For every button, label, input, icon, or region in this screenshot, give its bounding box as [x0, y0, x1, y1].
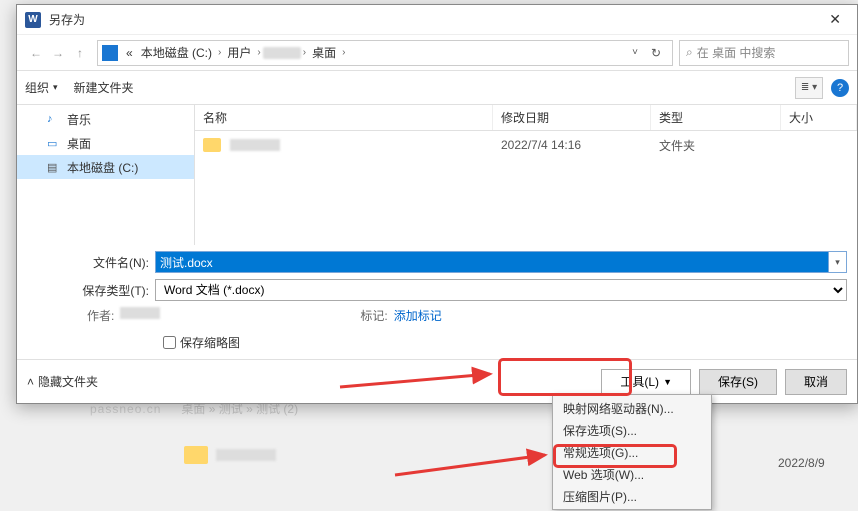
- nav-row: ← → ↑ « 本地磁盘 (C:) › 用户 › › 桌面 › ˅ ↻ ⌕ 在 …: [17, 35, 857, 71]
- hide-folders-toggle[interactable]: ˄ 隐藏文件夹: [27, 373, 98, 390]
- crumb-users[interactable]: 用户: [223, 44, 255, 61]
- toolbar: 组织 ▾ 新建文件夹 ≣ ▾ ?: [17, 71, 857, 105]
- address-dropdown-icon[interactable]: ˅: [626, 47, 644, 58]
- music-icon: ♪: [47, 113, 61, 125]
- author-label: 作者:: [87, 307, 114, 324]
- dialog-footer: ˄ 隐藏文件夹 工具(L)▼ 保存(S) 取消: [17, 359, 857, 403]
- help-icon[interactable]: ?: [831, 79, 849, 97]
- col-type[interactable]: 类型: [651, 105, 781, 130]
- drive-icon: [102, 45, 118, 61]
- savetype-select[interactable]: Word 文档 (*.docx): [155, 279, 847, 301]
- col-name[interactable]: 名称: [195, 105, 493, 130]
- tools-dropdown: 映射网络驱动器(N)... 保存选项(S)... 常规选项(G)... Web …: [552, 394, 712, 510]
- dialog-title: 另存为: [49, 11, 821, 28]
- folder-icon: [203, 138, 221, 152]
- menu-map-drive[interactable]: 映射网络驱动器(N)...: [553, 397, 711, 419]
- tools-button[interactable]: 工具(L)▼: [601, 369, 691, 395]
- desktop-icon: ▭: [47, 137, 61, 150]
- nav-up-icon[interactable]: ↑: [69, 42, 91, 64]
- save-form: 文件名(N): ▾ 保存类型(T): Word 文档 (*.docx) 作者: …: [17, 245, 857, 359]
- search-placeholder: 在 桌面 中搜索: [697, 44, 776, 61]
- savetype-label: 保存类型(T):: [27, 282, 155, 299]
- new-folder-button[interactable]: 新建文件夹: [74, 79, 134, 96]
- sidebar: ♪ 音乐 ▭ 桌面 ▤ 本地磁盘 (C:): [17, 105, 195, 245]
- annotation-arrow-2: [395, 440, 555, 485]
- menu-save-options[interactable]: 保存选项(S)...: [553, 419, 711, 441]
- file-list: 名称 修改日期 类型 大小 2022/7/4 14:16 文件夹: [195, 105, 857, 245]
- search-icon: ⌕: [686, 45, 693, 60]
- crumb-guillemet: «: [122, 46, 137, 60]
- close-icon[interactable]: ✕: [821, 7, 849, 32]
- refresh-icon[interactable]: ↻: [644, 46, 668, 60]
- save-as-dialog: W 另存为 ✕ ← → ↑ « 本地磁盘 (C:) › 用户 › › 桌面 › …: [16, 4, 858, 404]
- blurred-foldername: [216, 449, 276, 461]
- blurred-username: [263, 47, 301, 59]
- file-type: 文件夹: [651, 137, 781, 154]
- cancel-button[interactable]: 取消: [785, 369, 847, 395]
- nav-back-icon[interactable]: ←: [25, 42, 47, 64]
- filename-label: 文件名(N):: [27, 254, 155, 271]
- menu-general-options[interactable]: 常规选项(G)...: [553, 441, 711, 463]
- titlebar: W 另存为 ✕: [17, 5, 857, 35]
- thumbnail-checkbox[interactable]: 保存缩略图: [163, 334, 847, 351]
- blurred-author: [120, 307, 160, 319]
- crumb-desktop[interactable]: 桌面: [308, 44, 340, 61]
- file-date: 2022/7/4 14:16: [493, 138, 651, 152]
- chevron-right-icon: ›: [255, 47, 262, 58]
- col-size[interactable]: 大小: [781, 105, 857, 130]
- organize-button[interactable]: 组织 ▾: [25, 79, 58, 96]
- crumb-drive[interactable]: 本地磁盘 (C:): [137, 44, 216, 61]
- drive-icon: ▤: [47, 161, 61, 174]
- col-date[interactable]: 修改日期: [493, 105, 651, 130]
- address-bar[interactable]: « 本地磁盘 (C:) › 用户 › › 桌面 › ˅ ↻: [97, 40, 673, 66]
- caret-down-icon: ▼: [663, 377, 672, 387]
- nav-fwd-icon[interactable]: →: [47, 42, 69, 64]
- chevron-right-icon: ›: [216, 47, 223, 58]
- tags-label: 标记:: [360, 307, 387, 324]
- list-header: 名称 修改日期 类型 大小: [195, 105, 857, 131]
- menu-compress-pictures[interactable]: 压缩图片(P)...: [553, 485, 711, 507]
- word-app-icon: W: [25, 12, 41, 28]
- tags-add-link[interactable]: 添加标记: [394, 307, 442, 324]
- filename-dropdown-icon[interactable]: ▾: [829, 251, 847, 273]
- filename-input[interactable]: [155, 251, 829, 273]
- folder-icon: [184, 446, 208, 464]
- search-input[interactable]: ⌕ 在 桌面 中搜索: [679, 40, 849, 66]
- behind-file-date: 2022/8/9: [778, 456, 825, 470]
- sidebar-item-desktop[interactable]: ▭ 桌面: [17, 131, 194, 155]
- sidebar-item-cdrive[interactable]: ▤ 本地磁盘 (C:): [17, 155, 194, 179]
- save-button[interactable]: 保存(S): [699, 369, 777, 395]
- chevron-right-icon: ›: [340, 47, 347, 58]
- chevron-right-icon: ›: [301, 47, 308, 58]
- blurred-foldername: [230, 139, 280, 151]
- behind-breadcrumb: 桌面 » 测试 » 测试 (2): [181, 402, 298, 416]
- list-item[interactable]: 2022/7/4 14:16 文件夹: [195, 131, 857, 159]
- sidebar-item-music[interactable]: ♪ 音乐: [17, 107, 194, 131]
- watermark-text: passneo.cn: [90, 402, 161, 416]
- view-options-button[interactable]: ≣ ▾: [795, 77, 823, 99]
- chevron-up-icon: ˄: [27, 375, 34, 389]
- menu-web-options[interactable]: Web 选项(W)...: [553, 463, 711, 485]
- thumbnail-checkbox-input[interactable]: [163, 336, 176, 349]
